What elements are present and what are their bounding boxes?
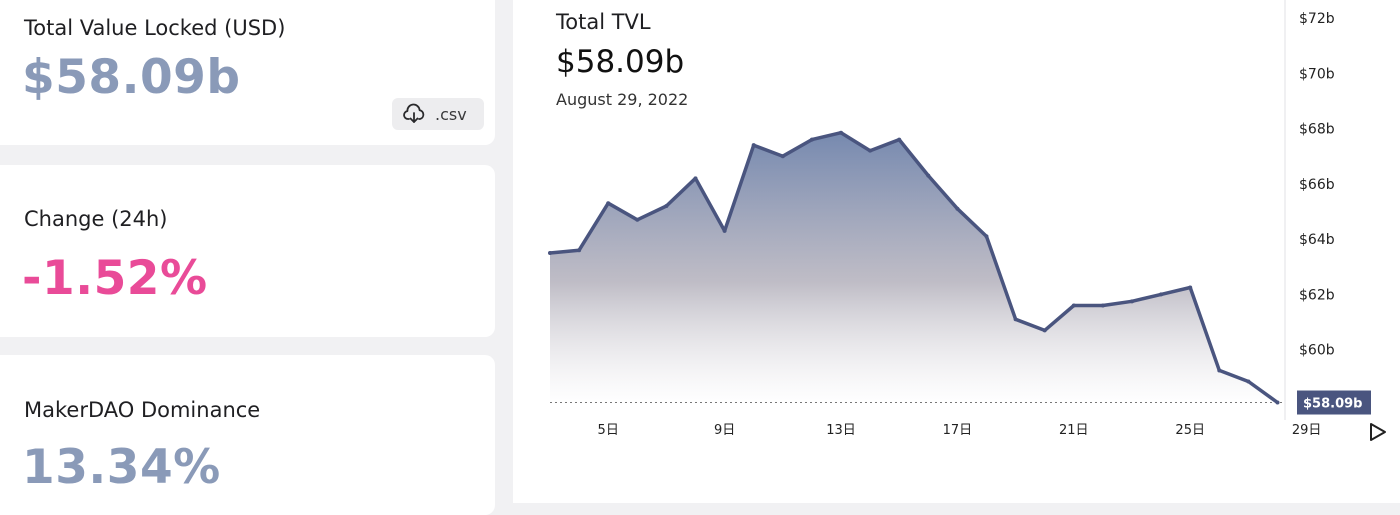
data-point xyxy=(1159,292,1164,297)
tvl-chart-panel: $72b $70b $68b $66b $64b $62b $60b 5日 9日 13日 17日 2… xyxy=(513,0,1400,503)
data-point xyxy=(693,176,698,181)
y-tick-label: $64b xyxy=(1299,232,1335,248)
chart-title: Total TVL xyxy=(556,10,651,34)
current-value-label: $58.09b xyxy=(1303,397,1362,412)
change-value: -1.52% xyxy=(22,251,208,306)
data-point xyxy=(577,248,582,253)
data-point xyxy=(839,130,843,135)
data-point xyxy=(1042,328,1047,333)
data-point xyxy=(751,143,756,148)
current-value-tag: $58.09b xyxy=(1297,390,1371,415)
y-tick-label: $62b xyxy=(1299,287,1335,303)
data-point xyxy=(1275,400,1280,405)
data-point xyxy=(868,148,873,153)
y-tick-label: $70b xyxy=(1299,66,1335,82)
data-point xyxy=(955,206,960,211)
change-title: Change (24h) xyxy=(24,207,168,231)
data-point xyxy=(664,203,669,208)
y-tick-label: $66b xyxy=(1299,177,1335,193)
chart-date: August 29, 2022 xyxy=(556,90,689,109)
data-point xyxy=(984,234,989,239)
x-tick-label: 21日 xyxy=(1059,423,1089,438)
chart-value: $58.09b xyxy=(556,44,685,80)
y-tick-label: $72b xyxy=(1299,11,1335,27)
x-tick-label: 17日 xyxy=(943,423,973,438)
data-point xyxy=(1188,285,1193,290)
tvl-value: $58.09b xyxy=(22,50,241,105)
csv-label: .csv xyxy=(435,104,467,124)
play-icon[interactable] xyxy=(1370,423,1386,441)
cloud-download-icon xyxy=(402,102,426,126)
data-point xyxy=(1100,303,1105,308)
tvl-title: Total Value Locked (USD) xyxy=(24,16,286,40)
x-tick-label: 5日 xyxy=(598,423,619,438)
y-tick-label: $68b xyxy=(1299,122,1335,138)
data-point xyxy=(897,137,902,142)
dominance-title: MakerDAO Dominance xyxy=(24,398,261,422)
data-point xyxy=(606,201,611,206)
data-point xyxy=(1130,299,1134,304)
x-tick-label: 25日 xyxy=(1175,423,1205,438)
dominance-value: 13.34% xyxy=(22,440,221,495)
data-point xyxy=(722,228,727,233)
data-point xyxy=(1217,368,1222,373)
x-tick-label: 29日 xyxy=(1292,423,1322,438)
data-point xyxy=(1246,379,1251,384)
data-point xyxy=(926,173,931,178)
tvl-area xyxy=(550,132,1278,405)
data-point xyxy=(809,137,814,142)
dominance-card: MakerDAO Dominance 13.34% xyxy=(0,355,495,515)
y-tick-label: $60b xyxy=(1299,343,1335,359)
x-tick-label: 9日 xyxy=(714,423,735,438)
csv-download-button[interactable]: .csv xyxy=(392,98,484,130)
data-point xyxy=(780,154,785,159)
data-point xyxy=(1013,317,1018,322)
tvl-card: Total Value Locked (USD) $58.09b .csv xyxy=(0,0,495,145)
change-card: Change (24h) -1.52% xyxy=(0,165,495,337)
data-point xyxy=(635,217,640,222)
data-point xyxy=(548,250,552,255)
data-point xyxy=(1071,303,1076,308)
x-tick-label: 13日 xyxy=(826,423,856,438)
